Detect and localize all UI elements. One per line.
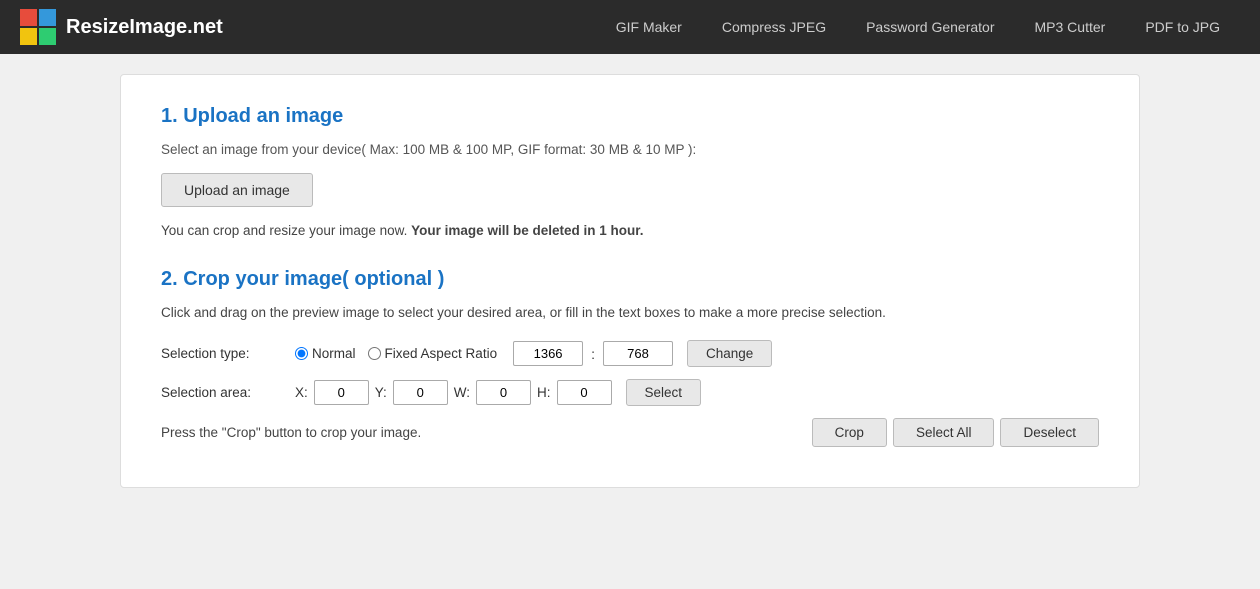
section2-desc: Click and drag on the preview image to s… xyxy=(161,305,1099,320)
nav-item-compress-jpeg[interactable]: Compress JPEG xyxy=(702,0,846,54)
y-label: Y: xyxy=(375,385,387,400)
crop-row: Press the "Crop" button to crop your ima… xyxy=(161,418,1099,447)
w-input[interactable] xyxy=(476,380,531,405)
crop-hint-text: Press the "Crop" button to crop your ima… xyxy=(161,425,812,440)
x-label: X: xyxy=(295,385,308,400)
crop-buttons-group: Crop Select All Deselect xyxy=(812,418,1099,447)
radio-normal-text: Normal xyxy=(312,346,356,361)
select-all-button[interactable]: Select All xyxy=(893,418,995,447)
info-text-normal: You can crop and resize your image now. xyxy=(161,223,407,238)
upload-image-button[interactable]: Upload an image xyxy=(161,173,313,207)
main-card: 1. Upload an image Select an image from … xyxy=(120,74,1140,488)
section1-desc: Select an image from your device( Max: 1… xyxy=(161,142,1099,157)
logo-area: ResizeImage.net xyxy=(20,9,223,45)
logo-sq1 xyxy=(20,9,37,26)
aspect-height-input[interactable] xyxy=(603,341,673,366)
selection-type-label: Selection type: xyxy=(161,346,281,361)
radio-group: Normal Fixed Aspect Ratio xyxy=(295,346,497,361)
select-button[interactable]: Select xyxy=(626,379,702,406)
x-input[interactable] xyxy=(314,380,369,405)
header: ResizeImage.net GIF Maker Compress JPEG … xyxy=(0,0,1260,54)
selection-area-row: Selection area: X: Y: W: H: Select xyxy=(161,379,1099,406)
section1-title: 1. Upload an image xyxy=(161,105,1099,128)
h-label: H: xyxy=(537,385,551,400)
w-label: W: xyxy=(454,385,470,400)
radio-fixed[interactable] xyxy=(368,347,381,360)
radio-normal[interactable] xyxy=(295,347,308,360)
deselect-button[interactable]: Deselect xyxy=(1000,418,1099,447)
page-background: 1. Upload an image Select an image from … xyxy=(0,54,1260,589)
change-button[interactable]: Change xyxy=(687,340,772,367)
logo-text: ResizeImage.net xyxy=(66,16,223,39)
nav-item-mp3-cutter[interactable]: MP3 Cutter xyxy=(1015,0,1126,54)
selection-area-label: Selection area: xyxy=(161,385,281,400)
nav-item-gif-maker[interactable]: GIF Maker xyxy=(596,0,702,54)
aspect-width-input[interactable] xyxy=(513,341,583,366)
colon-separator: : xyxy=(591,346,595,362)
main-nav: GIF Maker Compress JPEG Password Generat… xyxy=(596,0,1240,54)
radio-normal-label[interactable]: Normal xyxy=(295,346,356,361)
nav-item-pdf-to-jpg[interactable]: PDF to JPG xyxy=(1125,0,1240,54)
y-input[interactable] xyxy=(393,380,448,405)
radio-fixed-text: Fixed Aspect Ratio xyxy=(385,346,498,361)
info-text: You can crop and resize your image now. … xyxy=(161,223,1099,238)
selection-type-row: Selection type: Normal Fixed Aspect Rati… xyxy=(161,340,1099,367)
info-text-bold: Your image will be deleted in 1 hour. xyxy=(411,223,643,238)
nav-item-password-generator[interactable]: Password Generator xyxy=(846,0,1014,54)
crop-button[interactable]: Crop xyxy=(812,418,887,447)
logo-sq2 xyxy=(39,9,56,26)
logo-icon xyxy=(20,9,56,45)
h-input[interactable] xyxy=(557,380,612,405)
logo-sq4 xyxy=(39,28,56,45)
coord-group: X: Y: W: H: xyxy=(295,380,612,405)
radio-fixed-label[interactable]: Fixed Aspect Ratio xyxy=(368,346,498,361)
section2-title: 2. Crop your image( optional ) xyxy=(161,268,1099,291)
logo-sq3 xyxy=(20,28,37,45)
